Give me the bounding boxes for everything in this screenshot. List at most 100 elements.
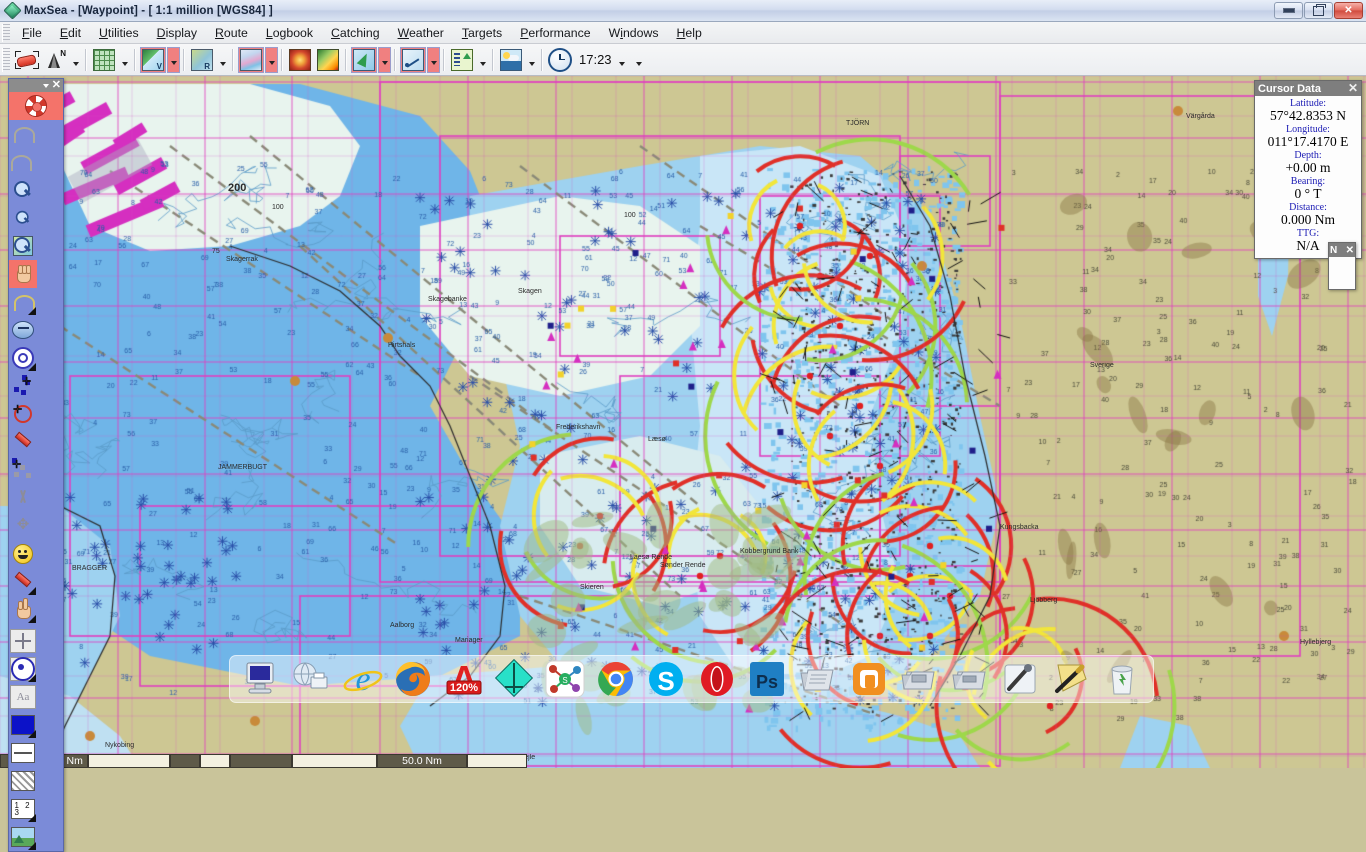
submenu-triangle-icon[interactable] bbox=[28, 814, 36, 822]
clock-dropdown[interactable] bbox=[616, 47, 629, 73]
zoom-in-tool[interactable] bbox=[9, 176, 37, 204]
submenu-triangle-icon[interactable] bbox=[28, 842, 36, 850]
menu-catching[interactable]: Catching bbox=[322, 24, 389, 42]
north-panel-titlebar[interactable]: N ✕ bbox=[1329, 243, 1355, 257]
menu-weather[interactable]: Weather bbox=[389, 24, 453, 42]
menu-route[interactable]: Route bbox=[206, 24, 257, 42]
move-object-tool[interactable]: ✥ bbox=[9, 512, 37, 540]
zoom-in-area-tool[interactable] bbox=[9, 148, 37, 176]
vector-chart-button[interactable] bbox=[140, 47, 166, 73]
menu-display[interactable]: Display bbox=[148, 24, 206, 42]
dock-120-percent[interactable]: A120% bbox=[441, 657, 487, 701]
symbol-style-button[interactable] bbox=[9, 655, 37, 683]
event-mark-tool[interactable] bbox=[9, 540, 37, 568]
ellipse-tool[interactable] bbox=[9, 316, 37, 344]
fill-color-button[interactable] bbox=[9, 711, 37, 739]
dock-vmware[interactable] bbox=[846, 657, 892, 701]
clock-button[interactable] bbox=[547, 47, 573, 73]
menu-edit[interactable]: Edit bbox=[51, 24, 90, 42]
zoom-out-tool[interactable] bbox=[9, 204, 37, 232]
menu-targets[interactable]: Targets bbox=[453, 24, 511, 42]
dock-tools[interactable] bbox=[997, 657, 1043, 701]
submenu-triangle-icon[interactable] bbox=[28, 307, 36, 315]
raster-chart-button[interactable] bbox=[189, 47, 215, 73]
submenu-triangle-icon[interactable] bbox=[28, 615, 36, 623]
raster-chart-dropdown[interactable] bbox=[216, 47, 229, 73]
man-overboard-tool[interactable] bbox=[9, 92, 63, 120]
waypoint-tool[interactable]: ✛ bbox=[9, 400, 37, 428]
route-tool-dropdown[interactable] bbox=[427, 47, 440, 73]
dock-recycle-bin[interactable] bbox=[1099, 657, 1145, 701]
dock-documents[interactable] bbox=[795, 657, 841, 701]
dock-folder-b[interactable] bbox=[947, 657, 993, 701]
layer-order-button[interactable]: 1 23 bbox=[9, 795, 37, 823]
close-button[interactable]: ✕ bbox=[1334, 2, 1363, 19]
pencil-tool[interactable] bbox=[9, 568, 37, 596]
minimize-button[interactable] bbox=[1274, 2, 1303, 19]
dock-skype[interactable]: S bbox=[643, 657, 689, 701]
vector-chart-dropdown[interactable] bbox=[167, 47, 180, 73]
close-icon[interactable]: ✕ bbox=[1348, 83, 1358, 94]
text-style-button[interactable]: Aa bbox=[9, 683, 37, 711]
menu-performance[interactable]: Performance bbox=[511, 24, 599, 42]
add-node-tool[interactable]: ✛ bbox=[9, 456, 37, 484]
dock-network[interactable] bbox=[289, 657, 335, 701]
submenu-triangle-icon[interactable] bbox=[28, 730, 36, 738]
dock-maxsea[interactable] bbox=[491, 657, 537, 701]
pointer-hand-tool[interactable] bbox=[9, 596, 37, 624]
menu-help[interactable]: Help bbox=[667, 24, 710, 42]
tool-palette-titlebar[interactable]: ✕ bbox=[9, 79, 63, 92]
pattern-style-button[interactable] bbox=[9, 767, 37, 795]
dock-my-computer[interactable] bbox=[238, 657, 284, 701]
chart-zoom-tool[interactable] bbox=[9, 232, 37, 260]
grid-display-button[interactable] bbox=[91, 47, 117, 73]
dock-internet-explorer[interactable]: e bbox=[340, 657, 386, 701]
free-hand-pen-tool-button[interactable] bbox=[14, 47, 40, 73]
menu-windows[interactable]: Windows bbox=[600, 24, 668, 42]
dock-firefox[interactable] bbox=[390, 657, 436, 701]
route-tool-button[interactable] bbox=[400, 47, 426, 73]
toolbar-overflow-button[interactable] bbox=[633, 47, 646, 73]
dock-photoshop[interactable]: Ps bbox=[744, 657, 790, 701]
submenu-triangle-icon[interactable] bbox=[28, 674, 36, 682]
submenu-triangle-icon[interactable] bbox=[28, 587, 36, 595]
menu-file[interactable]: FFileile bbox=[13, 24, 51, 42]
range-rings-tool[interactable] bbox=[9, 344, 37, 372]
north-up-orientation-button[interactable]: N bbox=[42, 47, 68, 73]
zoom-out-area-tool[interactable] bbox=[9, 120, 37, 148]
weather-display-button[interactable] bbox=[498, 47, 524, 73]
weather-display-dropdown[interactable] bbox=[525, 47, 538, 73]
restore-button[interactable] bbox=[1304, 2, 1333, 19]
dock-opera[interactable] bbox=[694, 657, 740, 701]
close-icon[interactable]: ✕ bbox=[52, 81, 61, 90]
dock-folder-a[interactable] bbox=[896, 657, 942, 701]
chevron-down-icon[interactable] bbox=[43, 84, 49, 88]
menu-utilities[interactable]: Utilities bbox=[90, 24, 148, 42]
menu-drag-grip[interactable] bbox=[2, 24, 10, 42]
dock-molecule-app[interactable]: S bbox=[542, 657, 588, 701]
image-object-button[interactable] bbox=[9, 823, 37, 851]
north-orientation-dropdown[interactable] bbox=[69, 47, 82, 73]
line-style-button[interactable] bbox=[9, 739, 37, 767]
chart-layers-dropdown[interactable] bbox=[265, 47, 278, 73]
cursor-data-titlebar[interactable]: Cursor Data ✕ bbox=[1255, 81, 1361, 96]
boat-position-button[interactable] bbox=[351, 47, 377, 73]
boat-position-dropdown[interactable] bbox=[378, 47, 391, 73]
dock-notepad[interactable] bbox=[1048, 657, 1094, 701]
routing-calculation-dropdown[interactable] bbox=[476, 47, 489, 73]
toolbar-drag-grip[interactable] bbox=[2, 48, 10, 72]
measure-angle-tool[interactable] bbox=[9, 288, 37, 316]
mark-placement-tool[interactable]: ✛ bbox=[9, 372, 37, 400]
cut-tool[interactable] bbox=[9, 484, 37, 512]
submenu-triangle-icon[interactable] bbox=[28, 363, 36, 371]
menu-logbook[interactable]: Logbook bbox=[257, 24, 322, 42]
crosshair-style-button[interactable] bbox=[9, 627, 37, 655]
sea-surface-temp-button[interactable] bbox=[315, 47, 341, 73]
routing-calculation-button[interactable] bbox=[449, 47, 475, 73]
close-icon[interactable]: ✕ bbox=[1346, 245, 1354, 256]
bathymetry-button[interactable] bbox=[287, 47, 313, 73]
draw-line-tool[interactable] bbox=[9, 428, 37, 456]
chart-layers-button[interactable] bbox=[238, 47, 264, 73]
pan-hand-tool[interactable] bbox=[9, 260, 37, 288]
grid-display-dropdown[interactable] bbox=[118, 47, 131, 73]
